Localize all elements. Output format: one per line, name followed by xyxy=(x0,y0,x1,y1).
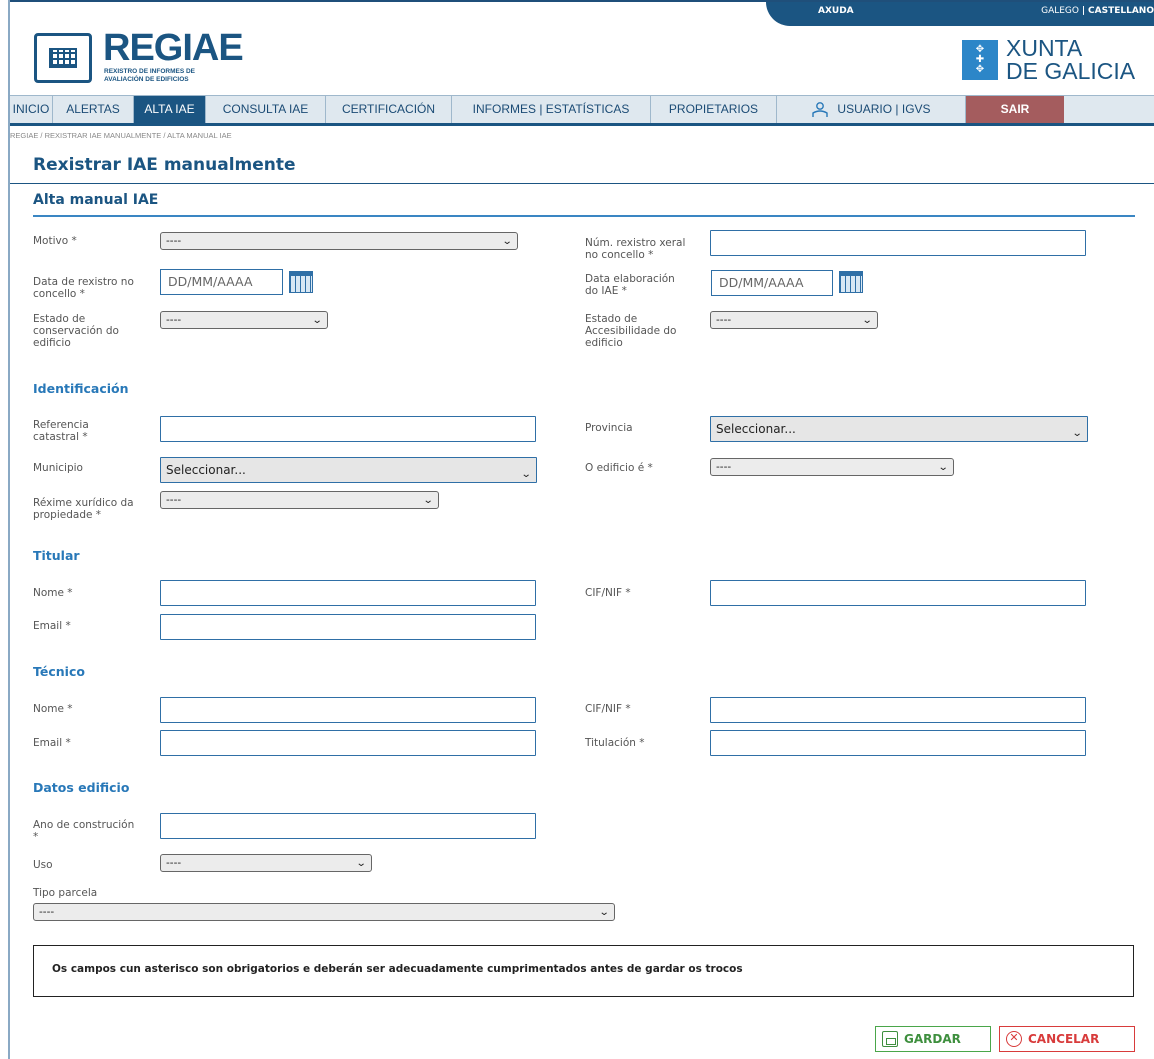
provincia-label: Provincia xyxy=(585,422,633,434)
datos-edificio-title: Datos edificio xyxy=(33,780,130,795)
nav-alertas[interactable]: ALERTAS xyxy=(53,96,134,123)
tipo-parcela-label: Tipo parcela xyxy=(33,887,98,899)
language-switcher: GALEGO | CASTELLANO xyxy=(1041,6,1154,16)
calendar-icon[interactable] xyxy=(839,271,863,293)
titular-nome-label: Nome * xyxy=(33,587,73,599)
main-nav: INICIO ALERTAS ALTA IAE CONSULTA IAE CER… xyxy=(10,95,1154,126)
num-rexistro-label: Núm. rexistro xeral no concello * xyxy=(585,237,686,261)
left-border xyxy=(8,0,10,1059)
nav-propietarios[interactable]: PROPIETARIOS xyxy=(651,96,777,123)
chevron-down-icon: ⌄ xyxy=(1071,428,1083,439)
nav-alta-iae[interactable]: ALTA IAE xyxy=(134,96,206,123)
nav-consulta-iae[interactable]: CONSULTA IAE xyxy=(206,96,326,123)
estado-conservacion-select[interactable]: ---- ⌄ xyxy=(160,311,328,329)
required-fields-notice: Os campos cun asterisco son obrigatorios… xyxy=(33,945,1134,997)
gov-logo-text[interactable]: XUNTA DE GALICIA xyxy=(1006,37,1135,83)
titular-email-label: Email * xyxy=(33,620,71,632)
nav-informes-estatisticas[interactable]: INFORMES | ESTATÍSTICAS xyxy=(452,96,651,123)
lang-galego-link[interactable]: GALEGO xyxy=(1041,6,1079,16)
chevron-down-icon: ⌄ xyxy=(355,858,367,869)
utility-bar: AXUDA GALEGO | CASTELLANO xyxy=(766,2,1154,26)
tecnico-email-label: Email * xyxy=(33,737,71,749)
close-circle-icon: ✕ xyxy=(1006,1031,1022,1047)
edificio-tipo-select[interactable]: ---- ⌄ xyxy=(710,458,954,476)
estado-accesibilidade-select[interactable]: ---- ⌄ xyxy=(710,311,878,329)
titular-email-input[interactable] xyxy=(160,614,536,640)
nav-sair[interactable]: SAIR xyxy=(966,96,1064,123)
app-subtitle: REXISTRO DE INFORMES DE AVALIACIÓN DE ED… xyxy=(104,68,196,83)
save-button[interactable]: GARDAR xyxy=(875,1026,991,1052)
edificio-tipo-label: O edificio é * xyxy=(585,462,653,474)
referencia-catastral-label: Referencia catastral * xyxy=(33,419,89,443)
identificacion-title: Identificación xyxy=(33,381,129,396)
uso-label: Uso xyxy=(33,859,53,871)
rexime-xuridico-label: Réxime xurídico da propiedade * xyxy=(33,497,134,521)
uso-select[interactable]: ---- ⌄ xyxy=(160,854,372,872)
provincia-select[interactable]: Seleccionar... ⌄ xyxy=(710,416,1088,442)
titular-title: Titular xyxy=(33,548,80,563)
num-rexistro-input[interactable] xyxy=(710,230,1086,256)
data-elaboracion-input[interactable]: DD/MM/AAAA xyxy=(711,270,833,296)
rexime-xuridico-select[interactable]: ---- ⌄ xyxy=(160,491,439,509)
xunta-emblem-icon: ✥ ✚ ✥ xyxy=(962,40,998,80)
calendar-icon[interactable] xyxy=(289,271,313,293)
motivo-select[interactable]: ---- ⌄ xyxy=(160,232,518,250)
estado-conservacion-label: Estado de conservación do edificio xyxy=(33,313,119,349)
breadcrumb: REGIAE / REXISTRAR IAE MANUALMENTE / ALT… xyxy=(10,131,232,140)
cancel-button[interactable]: ✕ CANCELAR xyxy=(999,1026,1135,1052)
section-title: Alta manual IAE xyxy=(33,192,159,208)
data-elaboracion-label: Data elaboración do IAE * xyxy=(585,273,675,297)
titular-cif-input[interactable] xyxy=(710,580,1086,606)
tecnico-cif-input[interactable] xyxy=(710,697,1086,723)
tecnico-title: Técnico xyxy=(33,664,85,679)
municipio-select[interactable]: Seleccionar... ⌄ xyxy=(160,457,537,483)
municipio-label: Municipio xyxy=(33,462,83,474)
referencia-catastral-input[interactable] xyxy=(160,416,536,442)
ano-construcion-label: Ano de construción * xyxy=(33,819,135,843)
lang-separator: | xyxy=(1081,6,1086,16)
tipo-parcela-select[interactable]: ---- ⌄ xyxy=(33,903,615,921)
section-divider xyxy=(33,215,1135,217)
nav-inicio[interactable]: INICIO xyxy=(10,96,53,123)
page-title: Rexistrar IAE manualmente xyxy=(33,155,296,175)
save-icon xyxy=(882,1031,898,1047)
titular-cif-label: CIF/NIF * xyxy=(585,587,631,599)
lang-castellano-link[interactable]: CASTELLANO xyxy=(1088,6,1154,16)
help-link[interactable]: AXUDA xyxy=(818,6,854,16)
tecnico-nome-label: Nome * xyxy=(33,703,73,715)
tecnico-titulacion-input[interactable] xyxy=(710,730,1086,756)
tecnico-cif-label: CIF/NIF * xyxy=(585,703,631,715)
user-icon xyxy=(812,101,829,117)
cancel-button-label: CANCELAR xyxy=(1028,1032,1100,1046)
tecnico-email-input[interactable] xyxy=(160,730,536,756)
motivo-label: Motivo * xyxy=(33,235,77,247)
nav-certificacion[interactable]: CERTIFICACIÓN xyxy=(326,96,452,123)
nav-usuario-label: USUARIO | IGVS xyxy=(837,102,931,116)
tecnico-nome-input[interactable] xyxy=(160,697,536,723)
data-rexistro-label: Data de rexistro no concello * xyxy=(33,276,134,300)
title-divider xyxy=(10,183,1154,184)
titular-nome-input[interactable] xyxy=(160,580,536,606)
chevron-down-icon: ⌄ xyxy=(501,236,513,247)
nav-usuario[interactable]: USUARIO | IGVS xyxy=(777,96,966,123)
chevron-down-icon: ⌄ xyxy=(937,462,949,473)
chevron-down-icon: ⌄ xyxy=(422,495,434,506)
ano-construcion-input[interactable] xyxy=(160,813,536,839)
tecnico-titulacion-label: Titulación * xyxy=(585,737,645,749)
chevron-down-icon: ⌄ xyxy=(520,469,532,480)
data-rexistro-input[interactable]: DD/MM/AAAA xyxy=(160,269,283,295)
app-title[interactable]: REGIAE xyxy=(103,28,244,68)
chevron-down-icon: ⌄ xyxy=(311,315,323,326)
estado-accesibilidade-label: Estado de Accesibilidade do edificio xyxy=(585,313,677,349)
save-button-label: GARDAR xyxy=(904,1032,961,1046)
chevron-down-icon: ⌄ xyxy=(861,315,873,326)
grid-logo-icon[interactable] xyxy=(34,33,92,83)
chevron-down-icon: ⌄ xyxy=(598,907,610,918)
